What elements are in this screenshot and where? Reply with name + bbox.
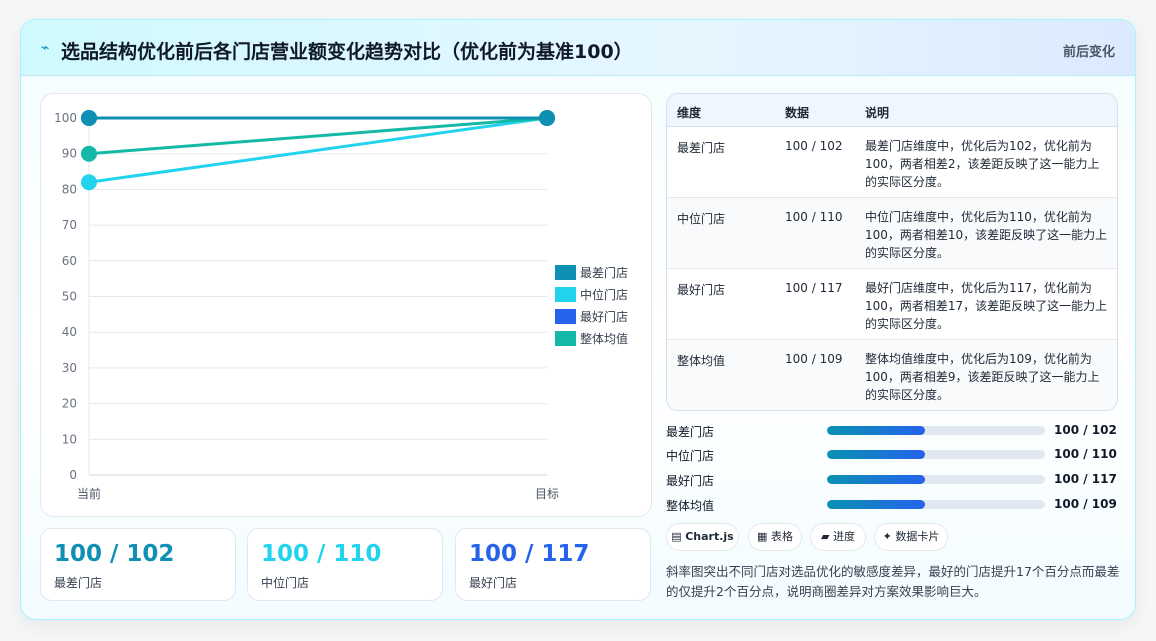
table-row: 最差门店 100 / 102 最差门店维度中，优化后为102，优化前为100，两… [667,127,1117,198]
progress-track [827,426,1045,435]
legend-swatch [555,287,576,302]
progress-fill [827,450,926,459]
slope-chart: 0 10 20 30 40 50 60 70 80 90 100 当前 目标 最差门店中位门店最好门店整体… [40,93,652,517]
table-icon: ▦ [757,530,768,543]
legend-label: 整体均值 [580,331,628,346]
summary-note: 斜率图突出不同门店对选品优化的敏感度差异，最好的门店提升17个百分点而最差的仅提… [666,564,1120,599]
progress-value: 100 / 110 [1054,447,1117,461]
y-tick-label: 30 [62,361,77,375]
legend-label: 最差门店 [580,265,628,280]
cell-description: 最差门店维度中，优化后为102，优化前为100，两者相差2，该差距反映了这一能力… [865,139,1100,189]
cell-dimension: 最好门店 [677,283,726,297]
header-badge: 前后变化 [1062,45,1115,60]
chip-table[interactable]: ▦ 表格 [748,523,802,551]
cell-dimension: 整体均值 [677,354,726,368]
progress-value: 100 / 109 [1054,497,1117,511]
table-row: 中位门店 100 / 110 中位门店维度中，优化后为110，优化前为100，两… [667,198,1117,269]
data-point [81,145,97,162]
col-header-dimension: 维度 [677,106,702,120]
progress-fill [827,475,926,484]
dashboard-card: ⌁ 选品结构优化前后各门店营业额变化趋势对比（优化前为基准100） 前后变化 0… [20,19,1136,620]
progress-fill [827,426,926,435]
y-tick-label: 70 [62,218,77,232]
y-tick-label: 60 [62,254,77,268]
series-line [88,116,548,184]
cell-description: 最好门店维度中，优化后为117，优化前为100，两者相差17，该差距反映了这一能… [865,281,1108,331]
legend-swatch [555,331,576,346]
y-tick-label: 40 [62,325,77,339]
y-tick-label: 0 [69,468,77,482]
data-point [539,110,555,126]
progress-track [827,475,1045,484]
chart-icon: ▤ [671,530,682,543]
progress-label: 中位门店 [666,449,715,463]
sparkle-icon: ✦ [882,530,892,543]
progress-row: 中位门店 100 / 110 [666,445,1118,465]
progress-track [827,450,1045,459]
table-row: 最好门店 100 / 117 最好门店维度中，优化后为117，优化前为100，两… [667,269,1117,340]
chip-chartjs[interactable]: ▤ Chart.js [666,523,739,551]
progress-value: 100 / 117 [1054,472,1117,486]
kpi-value: 100 / 117 [469,541,590,567]
kpi-label: 中位门店 [261,576,310,590]
kpi-label: 最好门店 [469,576,518,590]
table-header: 维度 数据 说明 [667,94,1117,127]
kpi-value: 100 / 110 [261,541,382,567]
y-tick-label: 80 [62,182,77,196]
chip-label: 数据卡片 [895,530,940,543]
progress-row: 最差门店 100 / 102 [666,421,1118,441]
y-tick-label: 20 [62,397,77,411]
y-tick-label: 10 [62,432,77,446]
chip-data-card[interactable]: ✦ 数据卡片 [874,523,948,551]
cell-data: 100 / 117 [785,281,843,295]
chip-label: 进度 [832,530,855,543]
progress-label: 最好门店 [666,474,715,488]
page-title: 选品结构优化前后各门店营业额变化趋势对比（优化前为基准100） [61,41,633,63]
progress-fill [827,500,926,509]
cell-description: 整体均值维度中，优化后为109，优化前为100，两者相差9，该差距反映了这一能力… [865,352,1100,402]
y-tick-label: 90 [62,147,77,161]
progress-track [827,500,1045,509]
data-table: 维度 数据 说明 最差门店 100 / 102 最差门店维度中，优化后为102，… [666,93,1118,411]
cell-dimension: 中位门店 [677,212,726,226]
kpi-card-median: 100 / 110 中位门店 [247,528,443,601]
progress-icon: ▰ [821,530,830,543]
progress-label: 整体均值 [666,499,715,513]
progress-row: 整体均值 100 / 109 [666,495,1118,515]
kpi-value: 100 / 102 [54,541,175,567]
chart-svg: 0 10 20 30 40 50 60 70 80 90 100 当前 目标 最差门店中位门店最好门店整体… [54,110,628,501]
chip-progress[interactable]: ▰ 进度 [810,523,866,551]
x-tick-label: 当前 [77,486,101,501]
legend-label: 最好门店 [580,309,628,324]
data-point [81,110,97,126]
col-header-data: 数据 [785,106,810,120]
sparkline-icon: ⌁ [41,40,50,56]
kpi-card-best: 100 / 117 最好门店 [455,528,651,601]
chip-label: 表格 [770,530,793,543]
y-tick-label: 100 [54,111,77,125]
kpi-label: 最差门店 [54,576,103,590]
legend-label: 中位门店 [580,287,628,302]
cell-data: 100 / 109 [785,352,843,366]
data-point [81,174,97,191]
x-tick-label: 目标 [535,487,559,501]
progress-label: 最差门店 [666,425,715,439]
progress-row: 最好门店 100 / 117 [666,470,1118,490]
series-line [88,116,548,156]
y-tick-label: 50 [62,290,77,304]
legend-swatch [555,309,576,324]
card-header: ⌁ 选品结构优化前后各门店营业额变化趋势对比（优化前为基准100） 前后变化 [21,20,1135,76]
table-row: 整体均值 100 / 109 整体均值维度中，优化后为109，优化前为100，两… [667,340,1117,410]
cell-data: 100 / 102 [785,139,843,153]
col-header-description: 说明 [865,106,890,120]
chip-label: Chart.js [685,530,734,543]
legend-swatch [555,265,576,280]
cell-description: 中位门店维度中，优化后为110，优化前为100，两者相差10，该差距反映了这一能… [865,210,1108,260]
progress-value: 100 / 102 [1054,423,1117,437]
kpi-card-worst: 100 / 102 最差门店 [40,528,236,601]
cell-dimension: 最差门店 [677,141,726,155]
cell-data: 100 / 110 [785,210,843,224]
